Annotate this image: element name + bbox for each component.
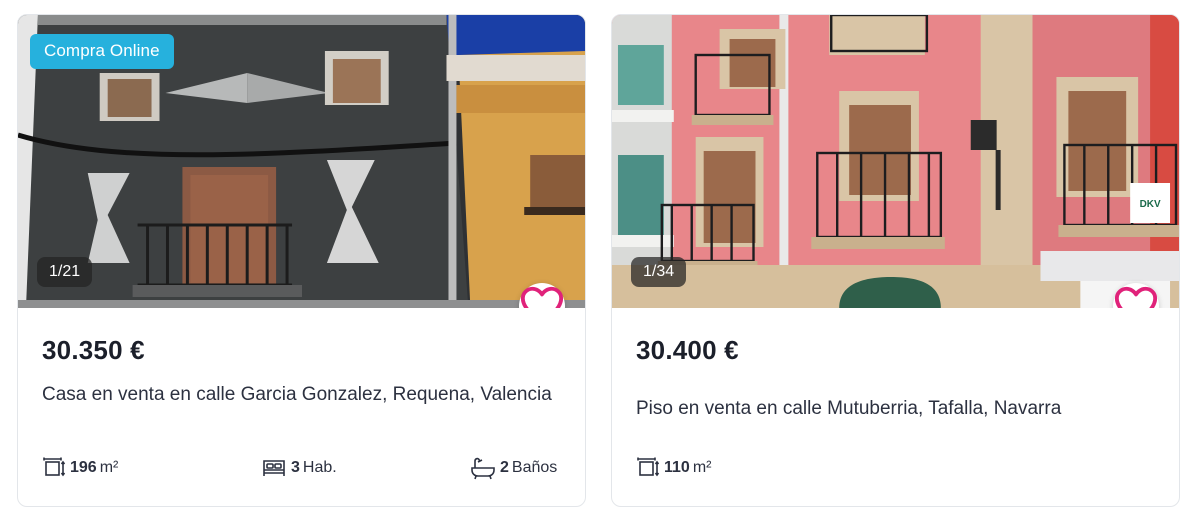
sign-text: DKV — [1140, 199, 1161, 210]
listing-photo[interactable]: DKV 1/34 — [612, 15, 1179, 308]
heart-icon — [1114, 286, 1158, 308]
listing-title[interactable]: Casa en venta en calle Garcia Gonzalez, … — [42, 381, 561, 439]
rooms-label: Hab. — [302, 459, 337, 476]
baths-feature: 2 Baños — [470, 456, 557, 480]
area-icon — [43, 457, 66, 477]
bathtub-icon — [471, 457, 495, 480]
baths-value: 2 — [500, 459, 509, 476]
area-feature: 196 m² — [42, 456, 118, 480]
area-value: 196 — [70, 459, 97, 476]
listing-features: 110 m² — [636, 456, 1155, 482]
photo-counter: 1/34 — [631, 257, 687, 287]
bed-icon — [263, 460, 285, 476]
listing-features: 196 m² 3 Hab. 2 Baños — [42, 456, 561, 482]
listing-price: 30.400 € — [636, 335, 739, 365]
compra-online-badge: Compra Online — [30, 34, 174, 69]
favorite-button[interactable] — [519, 283, 565, 308]
baths-label: Baños — [511, 459, 558, 476]
listing-title[interactable]: Piso en venta en calle Mutuberria, Tafal… — [636, 395, 1155, 453]
listing-grid: Compra Online 1/21 30.350 € Casa en vent… — [0, 0, 1200, 513]
area-value: 110 — [664, 459, 690, 476]
area-feature: 110 m² — [636, 456, 711, 480]
area-unit: m² — [692, 459, 712, 476]
heart-icon — [520, 286, 564, 308]
building-photo-image: DKV — [612, 15, 1179, 308]
rooms-value: 3 — [291, 459, 300, 476]
area-icon — [637, 457, 660, 477]
photo-counter: 1/21 — [37, 257, 93, 287]
listing-price: 30.350 € — [42, 335, 145, 365]
favorite-button[interactable] — [1113, 283, 1159, 308]
listing-card-2[interactable]: DKV 1/34 30.400 € Piso en venta en calle… — [611, 14, 1180, 507]
listing-card-1[interactable]: Compra Online 1/21 30.350 € Casa en vent… — [17, 14, 586, 507]
rooms-feature: 3 Hab. — [261, 456, 337, 480]
area-unit: m² — [99, 459, 119, 476]
listing-photo[interactable]: Compra Online 1/21 — [18, 15, 585, 308]
